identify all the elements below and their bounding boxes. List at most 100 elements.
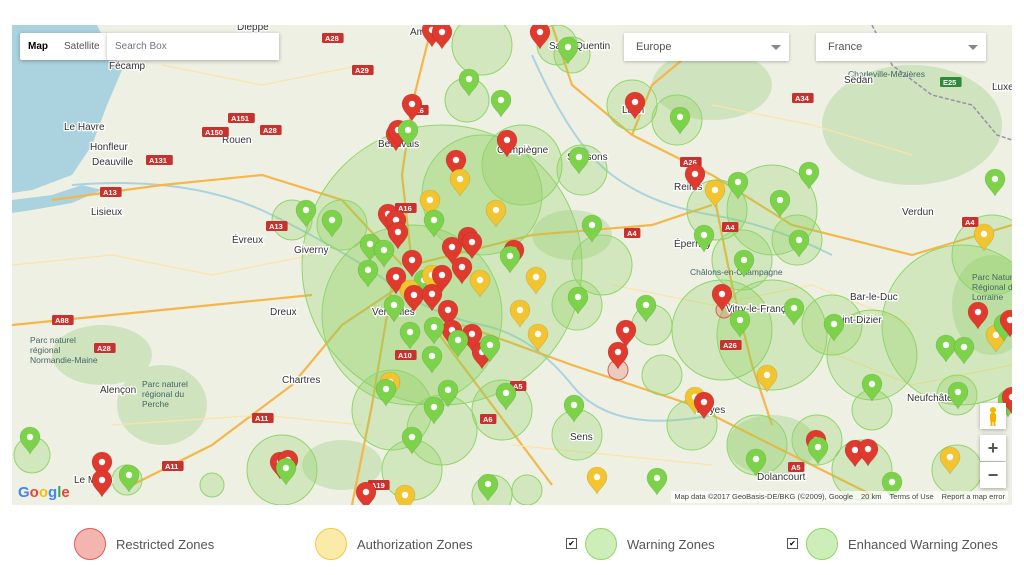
legend-enhanced-warning: Enhanced Warning Zones — [806, 526, 998, 562]
marker-dot-icon — [814, 443, 822, 451]
city-label: Bar-le-Duc — [850, 292, 898, 303]
search-input[interactable] — [107, 33, 279, 60]
map-type-map-button[interactable]: Map — [20, 33, 56, 60]
marker-dot-icon — [653, 474, 661, 482]
svg-text:A4: A4 — [627, 229, 637, 238]
svg-text:A88: A88 — [55, 316, 69, 325]
restricted-zone-marker[interactable] — [355, 481, 377, 505]
marker-dot-icon — [428, 352, 436, 360]
enhanced-warning-zone-swatch — [806, 528, 838, 560]
marker-dot-icon — [430, 323, 438, 331]
svg-text:A11: A11 — [165, 462, 178, 471]
country-select[interactable]: France — [816, 33, 986, 61]
marker-dot-icon — [614, 348, 622, 356]
road-shield: A28 — [322, 33, 344, 43]
warning-zone-swatch — [585, 528, 617, 560]
pegman-icon[interactable] — [980, 403, 1006, 429]
marker-dot-icon — [401, 491, 409, 499]
marker-dot-icon — [282, 464, 290, 472]
svg-text:E25: E25 — [943, 78, 956, 87]
marker-dot-icon — [394, 228, 402, 236]
road-shield: A10 — [395, 350, 417, 360]
authorization-zone-marker[interactable] — [394, 484, 416, 505]
zoom-out-button[interactable]: − — [980, 462, 1006, 488]
marker-dot-icon — [564, 43, 572, 51]
svg-text:A4: A4 — [725, 223, 735, 232]
scale-label: 20 km — [861, 492, 882, 501]
restricted-zone-marker[interactable] — [431, 25, 453, 50]
warning-zone-marker[interactable] — [490, 89, 512, 118]
road-shield: A4 — [624, 228, 641, 238]
marker-dot-icon — [851, 446, 859, 454]
road-shield: E25 — [940, 77, 962, 87]
restricted-zone-marker[interactable] — [91, 469, 113, 498]
marker-dot-icon — [700, 231, 708, 239]
city-label: Dieppe — [237, 25, 269, 33]
region-label: Parc naturel — [142, 379, 188, 389]
enhanced-warning-zones-checkbox[interactable]: ✔ — [787, 538, 798, 549]
marker-dot-icon — [302, 206, 310, 214]
marker-dot-icon — [98, 476, 106, 484]
map-layer[interactable]: DieppeAmiensSaint-QuentinCharleville-Méz… — [12, 25, 1012, 505]
marker-dot-icon — [942, 341, 950, 349]
marker-dot-icon — [465, 75, 473, 83]
marker-dot-icon — [468, 238, 476, 246]
legend-label: Restricted Zones — [116, 536, 215, 552]
city-label: Luxe — [992, 82, 1012, 93]
map-attribution: Map data ©2017 GeoBasis-DE/BKG (©2009), … — [671, 491, 1008, 503]
svg-text:A26: A26 — [723, 341, 737, 350]
svg-text:A34: A34 — [795, 94, 810, 103]
road-shield: A13 — [100, 187, 122, 197]
map-type-satellite-button[interactable]: Satellite — [56, 33, 108, 60]
marker-dot-icon — [408, 100, 416, 108]
city-label: Giverny — [294, 245, 328, 256]
restricted-zone-marker[interactable] — [401, 93, 423, 122]
region-select[interactable]: Europe — [624, 33, 789, 61]
marker-dot-icon — [484, 480, 492, 488]
authorization-zone-swatch — [315, 528, 347, 560]
marker-dot-icon — [790, 304, 798, 312]
terms-link[interactable]: Terms of Use — [889, 491, 933, 503]
marker-dot-icon — [980, 230, 988, 238]
warning-zone-circle — [451, 25, 513, 76]
road-shield: A6 — [480, 414, 497, 424]
region-label: Châlons-en-Champagne — [690, 267, 783, 277]
warning-zone-circle — [199, 472, 225, 498]
city-label: Verdun — [902, 207, 934, 218]
marker-dot-icon — [366, 240, 374, 248]
zoom-in-button[interactable]: + — [980, 435, 1006, 461]
warning-zone-circle — [641, 354, 683, 396]
svg-text:A28: A28 — [325, 34, 339, 43]
marker-dot-icon — [408, 256, 416, 264]
city-label: Évreux — [232, 233, 263, 246]
region-label: Normandie-Maine — [30, 355, 98, 365]
marker-dot-icon — [570, 401, 578, 409]
road-shield: A13 — [266, 221, 288, 231]
city-label: Sens — [570, 432, 593, 443]
marker-dot-icon — [588, 221, 596, 229]
legend-authorization: Authorization Zones — [315, 526, 473, 562]
marker-dot-icon — [776, 196, 784, 204]
marker-dot-icon — [532, 273, 540, 281]
marker-dot-icon — [497, 96, 505, 104]
marker-dot-icon — [574, 293, 582, 301]
marker-dot-icon — [476, 276, 484, 284]
report-error-link[interactable]: Report a map error — [942, 491, 1005, 503]
map-canvas[interactable]: DieppeAmiensSaint-QuentinCharleville-Méz… — [12, 25, 1012, 505]
region-label: Perche — [142, 399, 169, 409]
marker-dot-icon — [390, 301, 398, 309]
city-label: Alençon — [100, 385, 136, 396]
authorization-zone-marker[interactable] — [586, 466, 608, 495]
google-logo: Google — [18, 484, 70, 501]
road-shield: A131 — [146, 155, 173, 165]
marker-dot-icon — [676, 113, 684, 121]
warning-zones-checkbox[interactable]: ✔ — [566, 538, 577, 549]
legend-label: Enhanced Warning Zones — [848, 536, 998, 552]
road-shield: A11 — [252, 413, 274, 423]
marker-dot-icon — [428, 290, 436, 298]
warning-zone-marker[interactable] — [646, 467, 668, 496]
marker-dot-icon — [406, 328, 414, 336]
marker-dot-icon — [868, 380, 876, 388]
marker-dot-icon — [448, 243, 456, 251]
warning-zone-marker[interactable] — [984, 168, 1006, 197]
